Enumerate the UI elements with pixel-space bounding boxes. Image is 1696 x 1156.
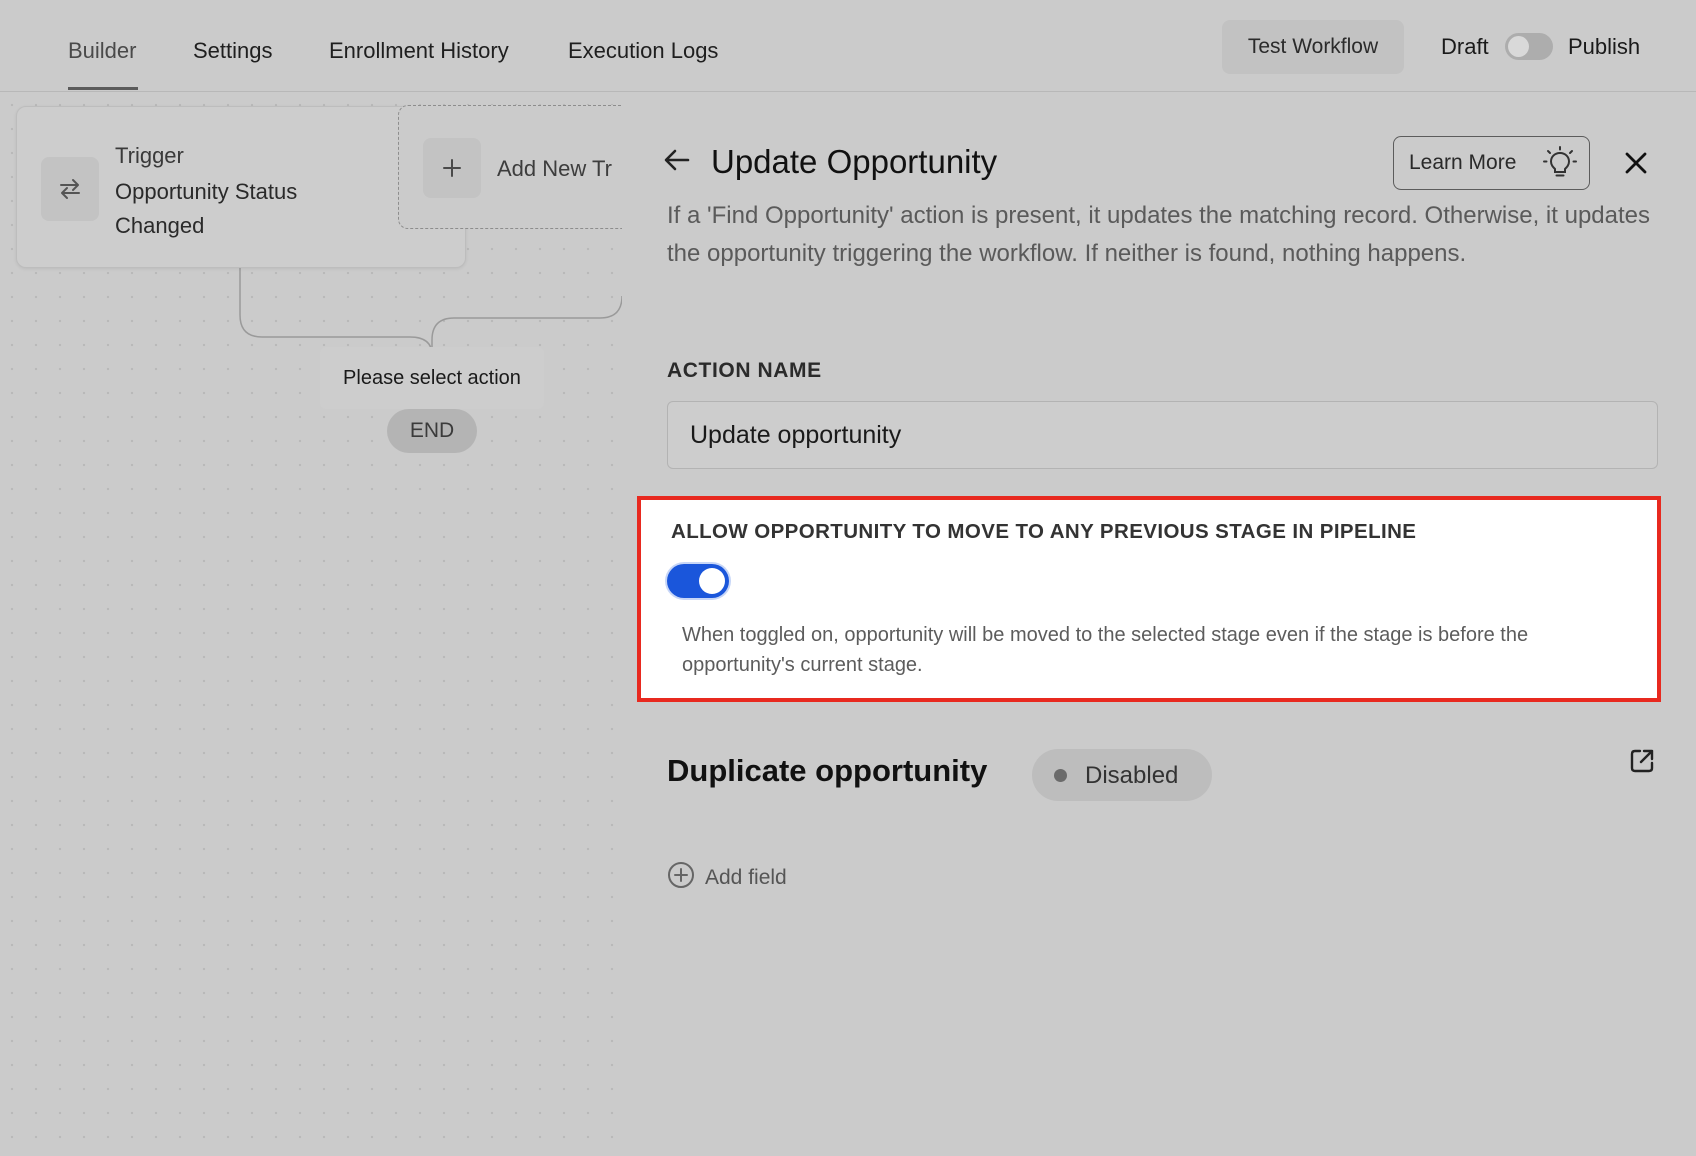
- tab-execution-logs[interactable]: Execution Logs: [568, 38, 718, 64]
- draft-label: Draft: [1441, 34, 1489, 59]
- add-new-trigger-card[interactable]: Add New Tr: [398, 105, 622, 229]
- swap-arrows-icon: [41, 157, 99, 221]
- select-action-node[interactable]: Please select action: [320, 347, 544, 409]
- tab-enrollment-history[interactable]: Enrollment History: [329, 38, 509, 64]
- allow-previous-stage-toggle[interactable]: [667, 564, 729, 598]
- publish-label: Publish: [1568, 34, 1641, 59]
- external-link-icon[interactable]: [1628, 747, 1656, 780]
- allow-previous-stage-section: ALLOW OPPORTUNITY TO MOVE TO ANY PREVIOU…: [637, 496, 1661, 702]
- action-name-label: ACTION NAME: [667, 359, 822, 382]
- learn-more-button[interactable]: Learn More: [1393, 136, 1590, 190]
- add-field-button[interactable]: Add field: [667, 861, 787, 894]
- trigger-name: Opportunity Status Changed: [115, 179, 298, 238]
- workflow-canvas[interactable]: Trigger Opportunity Status Changed Add N…: [0, 93, 622, 1156]
- publish-toggle-knob: [1508, 36, 1529, 57]
- plus-circle-icon: [667, 861, 695, 894]
- trigger-title: Trigger: [115, 143, 184, 168]
- end-node: END: [387, 409, 477, 453]
- tab-builder[interactable]: Builder: [68, 38, 136, 64]
- allow-previous-stage-label: ALLOW OPPORTUNITY TO MOVE TO ANY PREVIOU…: [671, 520, 1417, 543]
- status-dot-icon: [1054, 769, 1067, 782]
- duplicate-opportunity-title: Duplicate opportunity: [667, 753, 988, 788]
- allow-previous-stage-help: When toggled on, opportunity will be mov…: [682, 624, 1529, 676]
- panel-title: Update Opportunity: [711, 143, 998, 180]
- test-workflow-button[interactable]: Test Workflow: [1222, 20, 1404, 74]
- learn-more-label: Learn More: [1409, 151, 1517, 174]
- action-description: If a 'Find Opportunity' action is presen…: [667, 202, 1651, 267]
- action-name-input[interactable]: [667, 401, 1658, 469]
- publish-toggle[interactable]: [1505, 33, 1553, 60]
- plus-icon: [423, 138, 481, 198]
- add-field-label: Add field: [705, 865, 787, 889]
- status-badge: Disabled: [1032, 749, 1212, 801]
- tab-settings[interactable]: Settings: [193, 38, 273, 64]
- top-bar: Builder Settings Enrollment History Exec…: [0, 0, 1696, 92]
- close-icon[interactable]: [1624, 151, 1648, 180]
- back-arrow-icon[interactable]: [662, 145, 692, 180]
- status-badge-label: Disabled: [1085, 762, 1179, 789]
- lightbulb-icon: [1542, 145, 1578, 184]
- action-config-panel: Update Opportunity Learn More If a 'Find…: [622, 93, 1696, 1156]
- add-new-trigger-label: Add New Tr: [497, 156, 612, 181]
- toggle-knob: [699, 568, 725, 594]
- active-tab-indicator: [68, 87, 138, 90]
- workflow-builder-screen: Builder Settings Enrollment History Exec…: [0, 0, 1696, 1156]
